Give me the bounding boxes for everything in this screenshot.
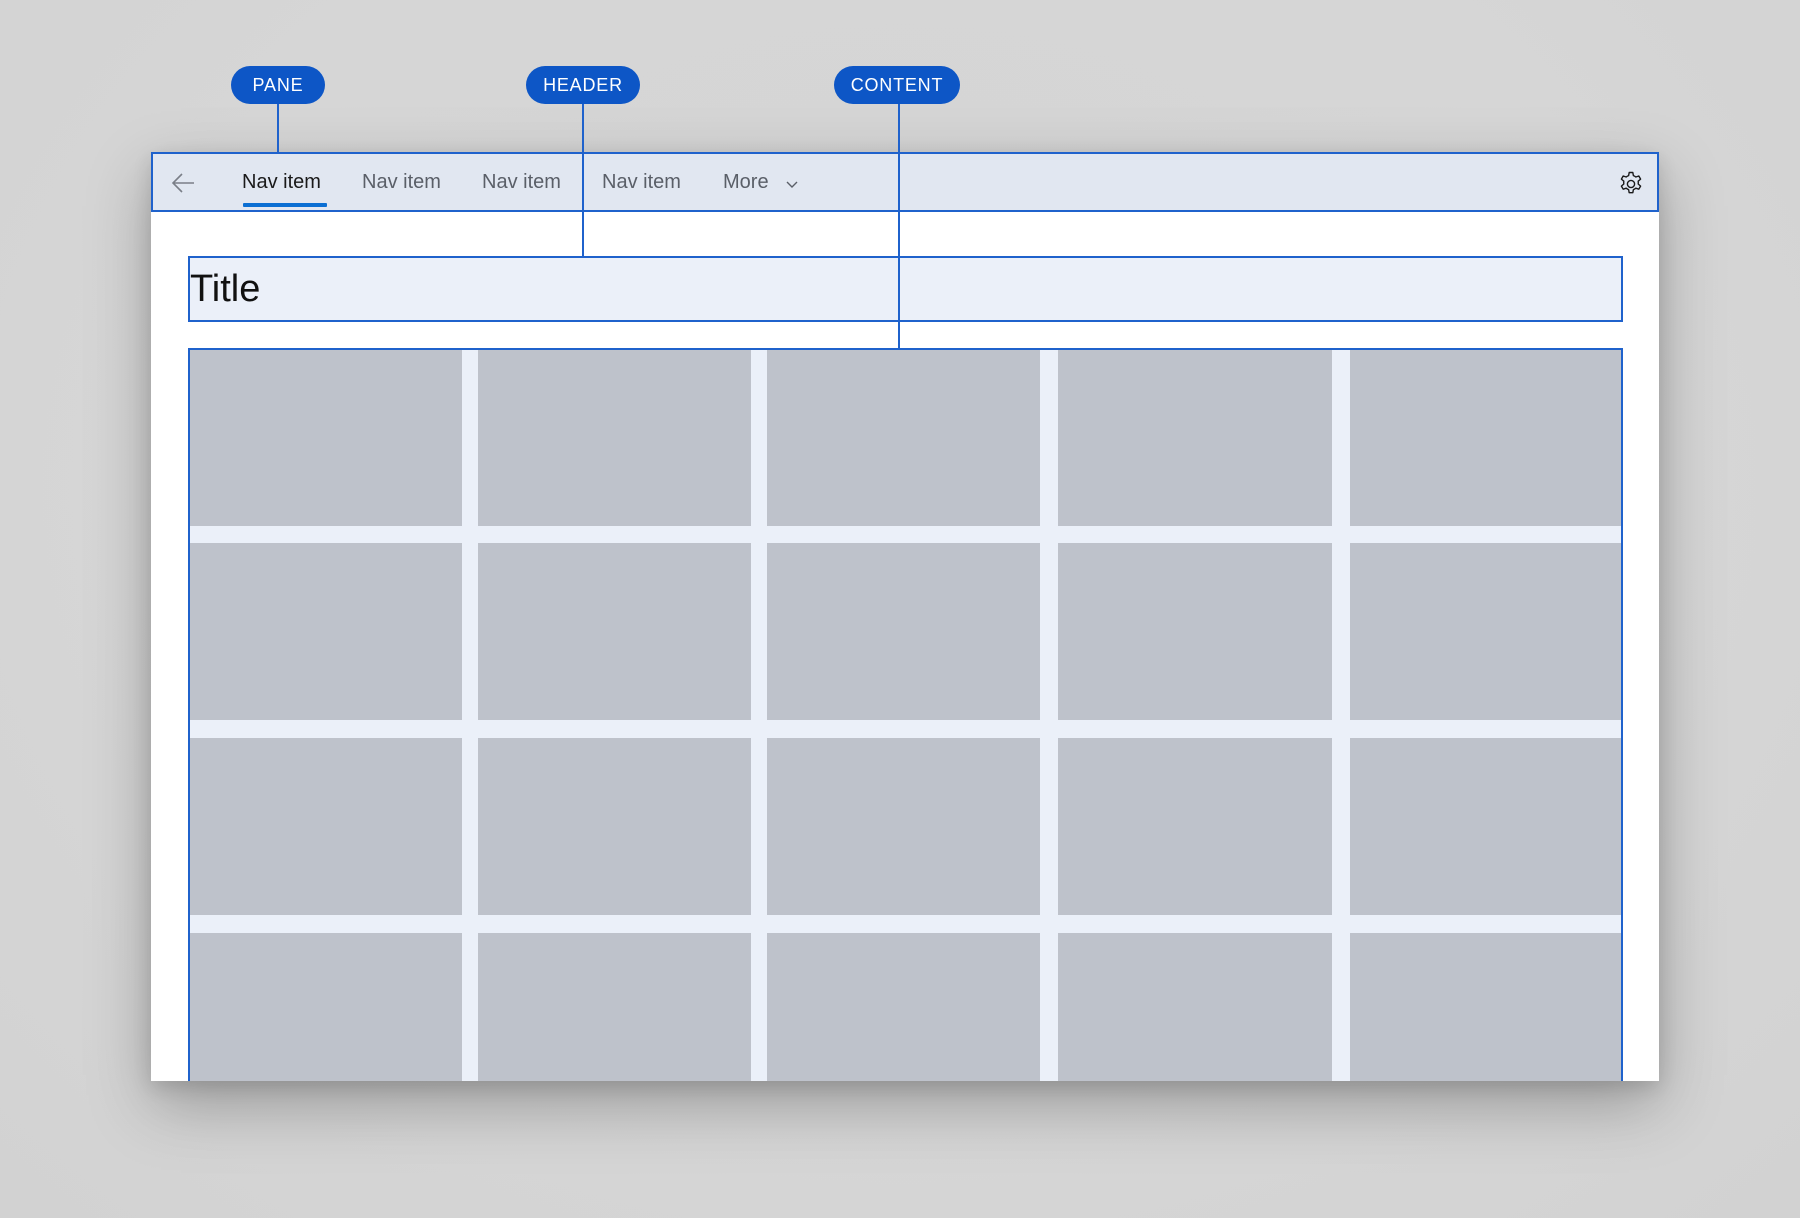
settings-button[interactable] xyxy=(1617,170,1645,198)
pane-callout-label: PANE xyxy=(252,74,304,95)
page-title: Title xyxy=(190,268,261,310)
pane-connector-line xyxy=(277,104,279,154)
content-tile[interactable] xyxy=(1058,543,1332,720)
content-tile[interactable] xyxy=(767,543,1040,720)
content-tile[interactable] xyxy=(190,738,462,915)
back-button[interactable] xyxy=(169,168,199,198)
app-window: Nav item Nav item Nav item Nav item More… xyxy=(151,152,1659,1081)
content-tile[interactable] xyxy=(478,933,751,1081)
active-nav-indicator xyxy=(243,203,327,207)
content-tile[interactable] xyxy=(1058,933,1332,1081)
content-tile[interactable] xyxy=(767,933,1040,1081)
content-tile[interactable] xyxy=(1058,350,1332,526)
content-tile[interactable] xyxy=(1350,738,1621,915)
arrow-left-icon xyxy=(171,173,194,193)
navigation-pane: Nav item Nav item Nav item Nav item More xyxy=(151,152,1659,212)
content-tile[interactable] xyxy=(1350,350,1621,526)
content-tile[interactable] xyxy=(190,933,462,1081)
header-callout: HEADER xyxy=(526,66,640,104)
header-region: Title xyxy=(188,256,1623,322)
pane-callout: PANE xyxy=(231,66,325,104)
content-tile[interactable] xyxy=(1350,543,1621,720)
content-tile[interactable] xyxy=(190,350,462,526)
content-callout: CONTENT xyxy=(834,66,960,104)
chevron-down-icon[interactable] xyxy=(785,179,799,189)
nav-item-3[interactable]: Nav item xyxy=(482,168,561,196)
header-callout-label: HEADER xyxy=(543,74,623,95)
content-tile[interactable] xyxy=(478,543,751,720)
nav-item-1[interactable]: Nav item xyxy=(242,168,321,196)
content-tile[interactable] xyxy=(190,543,462,720)
gear-icon xyxy=(1620,171,1642,194)
content-tile[interactable] xyxy=(478,350,751,526)
header-connector-line xyxy=(582,104,584,256)
content-tile[interactable] xyxy=(478,738,751,915)
nav-item-4[interactable]: Nav item xyxy=(602,168,681,196)
content-tile[interactable] xyxy=(767,738,1040,915)
content-tile[interactable] xyxy=(1058,738,1332,915)
content-grid xyxy=(188,348,1623,1081)
more-menu-button[interactable]: More xyxy=(723,168,769,196)
content-tile[interactable] xyxy=(767,350,1040,526)
content-callout-label: CONTENT xyxy=(850,74,944,95)
content-tile[interactable] xyxy=(1350,933,1621,1081)
nav-item-2[interactable]: Nav item xyxy=(362,168,441,196)
content-connector-line xyxy=(898,104,900,348)
